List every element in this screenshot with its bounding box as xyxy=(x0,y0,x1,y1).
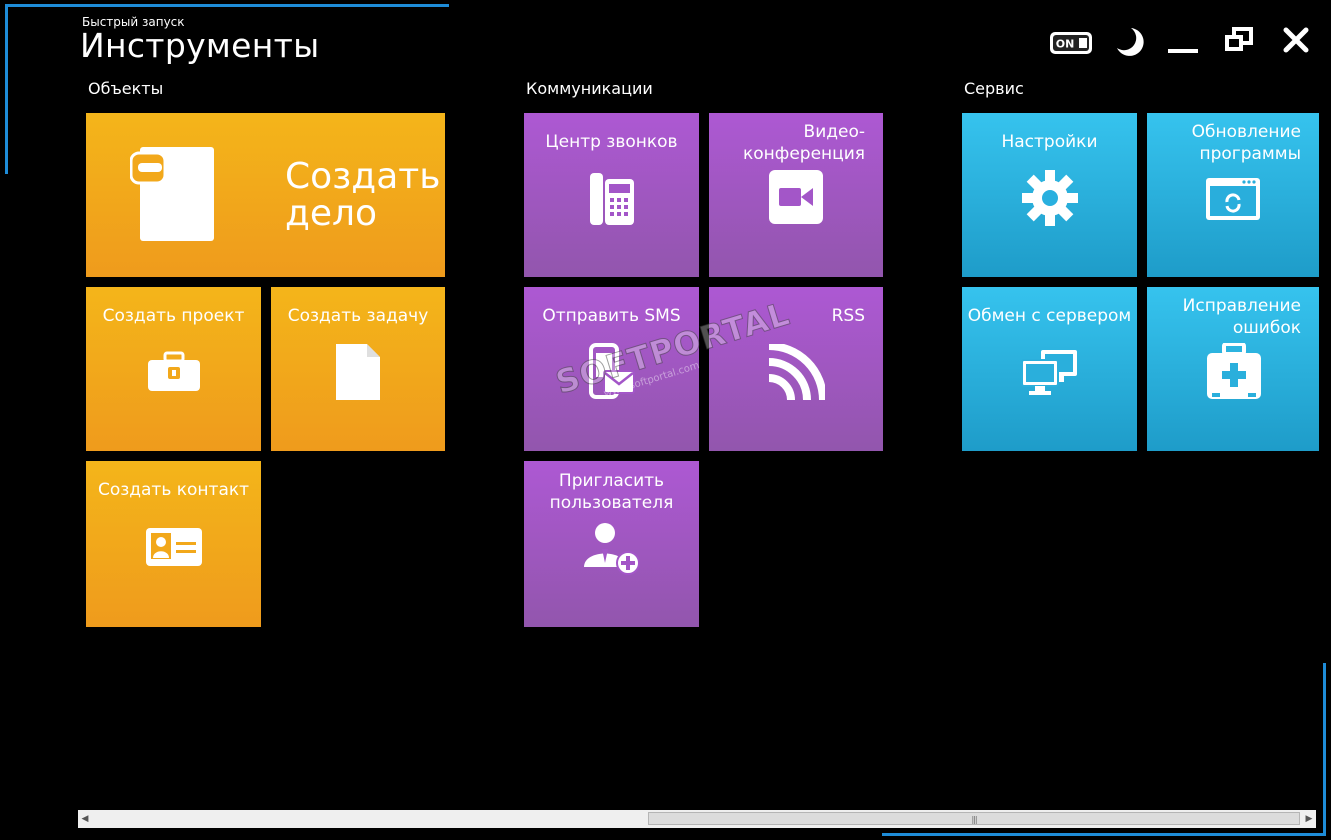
gear-icon xyxy=(1021,170,1078,226)
toggle-label: ON xyxy=(1056,38,1075,51)
on-off-toggle[interactable]: ON xyxy=(1049,31,1093,55)
tile-server-exchange-label: Обмен с сервером xyxy=(967,306,1132,326)
frame-accent-top xyxy=(5,4,449,7)
briefcase-icon xyxy=(147,351,200,391)
frame-accent-right xyxy=(1323,663,1326,836)
night-mode-button[interactable] xyxy=(1113,26,1145,62)
section-title-objects: Объекты xyxy=(88,79,164,98)
add-user-icon xyxy=(583,523,640,575)
scroll-left-arrow-icon[interactable]: ◀ xyxy=(78,810,92,828)
scroll-right-arrow-icon[interactable]: ▶ xyxy=(1302,810,1316,828)
tile-call-center[interactable]: Центр звонков xyxy=(524,113,699,277)
tile-create-project-label: Создать проект xyxy=(102,306,245,326)
tile-invite-user-label: Пригласить пользователя xyxy=(549,471,674,513)
horizontal-scrollbar[interactable]: ◀ ||| ▶ xyxy=(78,810,1316,828)
section-title-communications: Коммуникации xyxy=(526,79,653,98)
video-camera-icon xyxy=(769,170,823,224)
tile-fix-errors[interactable]: Исправление ошибок xyxy=(1147,287,1319,451)
section-title-service: Сервис xyxy=(964,79,1024,98)
tile-video-conference[interactable]: Видео- конференция xyxy=(709,113,883,277)
tile-call-center-label: Центр звонков xyxy=(545,132,678,152)
tile-settings[interactable]: Настройки xyxy=(962,113,1137,277)
first-aid-kit-icon xyxy=(1207,343,1261,399)
desk-phone-icon xyxy=(589,173,634,225)
tile-create-case[interactable]: Создать дело xyxy=(86,113,445,277)
scrollbar-thumb[interactable]: ||| xyxy=(648,812,1300,825)
folder-case-icon xyxy=(130,147,214,241)
tile-send-sms-label: Отправить SMS xyxy=(542,306,681,326)
tile-create-task-label: Создать задачу xyxy=(287,306,429,326)
close-button[interactable] xyxy=(1282,26,1310,58)
tile-video-conference-label: Видео- конференция xyxy=(743,122,865,164)
tile-create-case-label: Создать дело xyxy=(285,156,441,234)
tile-create-project[interactable]: Создать проект xyxy=(86,287,261,451)
minimize-icon xyxy=(1168,49,1198,53)
restore-icon xyxy=(1225,27,1253,51)
contact-card-icon xyxy=(145,528,202,566)
tile-update-program-label: Обновление программы xyxy=(1191,122,1301,164)
frame-accent-left xyxy=(5,4,8,174)
tile-server-exchange[interactable]: Обмен с сервером xyxy=(962,287,1137,451)
tile-create-contact-label: Создать контакт xyxy=(97,480,250,500)
close-icon xyxy=(1283,27,1309,53)
grip-icon: ||| xyxy=(971,815,977,824)
minimize-button[interactable] xyxy=(1167,26,1199,62)
computers-sync-icon xyxy=(1020,350,1077,395)
tile-create-task[interactable]: Создать задачу xyxy=(271,287,445,451)
tile-rss-label: RSS xyxy=(831,306,865,326)
frame-accent-bottom xyxy=(882,833,1326,836)
tile-fix-errors-label: Исправление ошибок xyxy=(1182,296,1301,338)
tile-invite-user[interactable]: Пригласить пользователя xyxy=(524,461,699,627)
restore-button[interactable] xyxy=(1224,26,1256,62)
rss-icon xyxy=(768,344,825,401)
tile-update-program[interactable]: Обновление программы xyxy=(1147,113,1319,277)
document-icon xyxy=(336,344,380,400)
toggle-icon: ON xyxy=(1050,32,1092,54)
moon-icon xyxy=(1117,28,1144,56)
page-title: Инструменты xyxy=(80,26,320,65)
tile-settings-label: Настройки xyxy=(1001,132,1098,152)
app-update-icon xyxy=(1206,178,1260,220)
tile-create-contact[interactable]: Создать контакт xyxy=(86,461,261,627)
